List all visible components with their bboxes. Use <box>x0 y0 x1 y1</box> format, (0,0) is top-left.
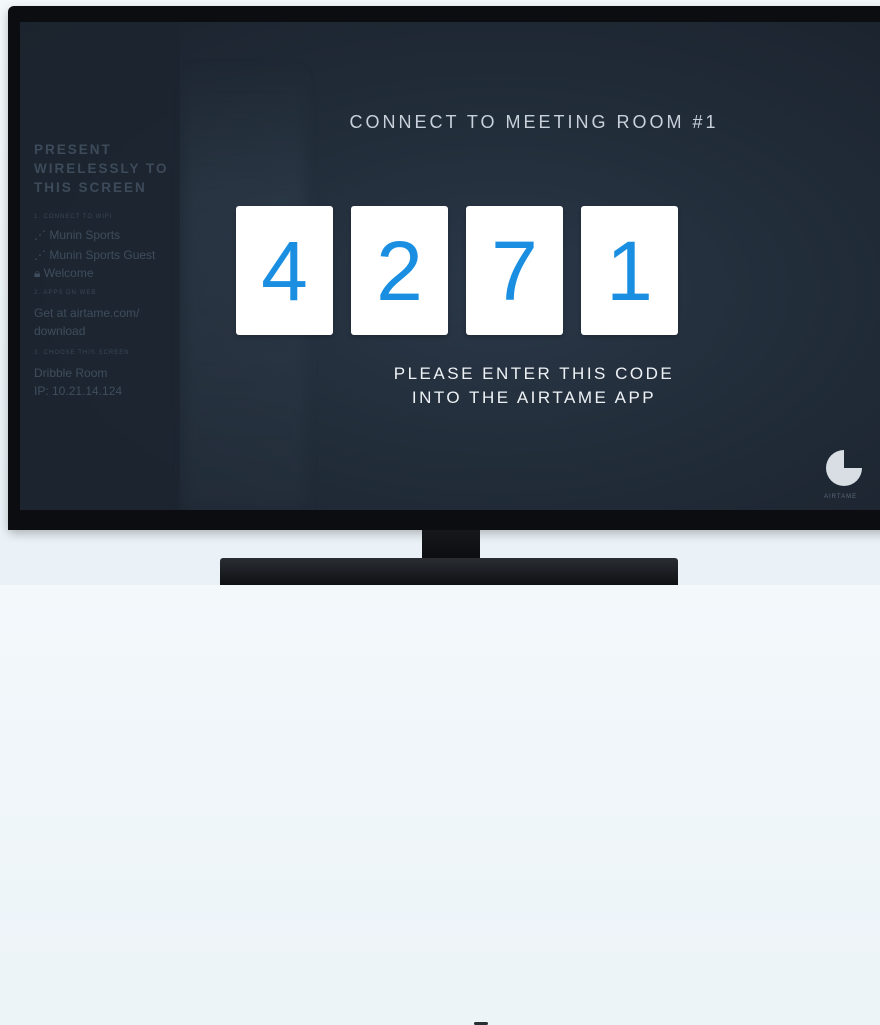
step-choose-label: 3. CHOOSE THIS SCREEN <box>34 350 130 356</box>
device-ip: IP: 10.21.14.124 <box>34 384 123 398</box>
sidebar-title: PRESENT WIRELESSLY TO THIS SCREEN <box>34 140 174 197</box>
meeting-room-headline: CONNECT TO MEETING ROOM #1 <box>349 112 719 132</box>
airtame-logo-icon <box>826 450 862 486</box>
tv-stand-base <box>220 558 678 585</box>
wifi-network-item: 🔒︎ Welcome <box>34 266 94 280</box>
pin-digit-card: 7 <box>466 206 563 335</box>
instruction-line: INTO THE AIRTAME APP <box>411 388 657 407</box>
pin-digit-card: 2 <box>351 206 448 335</box>
device-name: Dribble Room <box>34 366 108 380</box>
tv-screen: PRESENT WIRELESSLY TO THIS SCREEN 1. CON… <box>20 22 880 510</box>
wifi-network-item: ⋰ Munin Sports Guest <box>34 248 156 262</box>
sidebar-title-line: THIS SCREEN <box>34 180 147 195</box>
instruction-text: PLEASE ENTER THIS CODE INTO THE AIRTAME … <box>180 362 880 410</box>
pin-code-group: 4 2 7 1 <box>236 206 678 336</box>
brand-logo-text: AIRTAME <box>824 494 858 500</box>
pin-digit-card: 1 <box>581 206 678 335</box>
sidebar-title-line: WIRELESSLY TO <box>34 161 169 176</box>
wifi-network-item: ⋰ Munin Sports <box>34 228 121 242</box>
sidebar: PRESENT WIRELESSLY TO THIS SCREEN 1. CON… <box>20 22 180 510</box>
tv-frame: PRESENT WIRELESSLY TO THIS SCREEN 1. CON… <box>8 6 880 1025</box>
download-link-line: Get at airtame.com/ <box>34 306 140 320</box>
tv-bottom-bezel <box>8 510 880 1025</box>
step-wifi-label: 1. CONNECT TO WIFI <box>34 214 113 220</box>
instruction-line: PLEASE ENTER THIS CODE <box>393 364 675 383</box>
pin-digit-card: 4 <box>236 206 333 335</box>
sidebar-title-line: PRESENT <box>34 142 112 157</box>
download-link-line: download <box>34 324 86 338</box>
step-apps-label: 2. APPS ON WEB <box>34 290 97 296</box>
